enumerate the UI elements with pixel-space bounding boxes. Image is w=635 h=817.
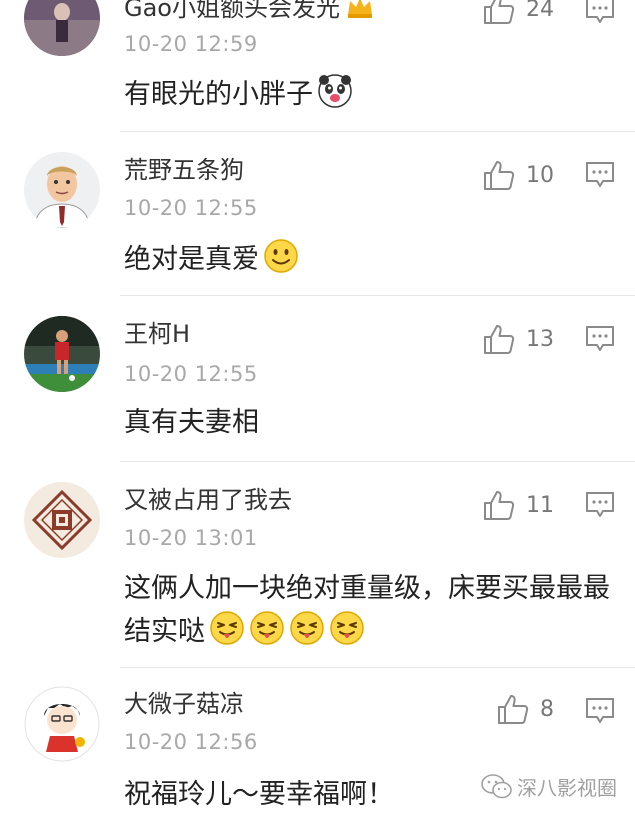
comment-username[interactable]: 又被占用了我去 xyxy=(124,484,292,516)
comment-username[interactable]: Gao小姐额头会发光 xyxy=(124,0,374,24)
comment-time: 10-20 12:55 xyxy=(124,196,258,220)
reply-button[interactable] xyxy=(585,696,615,726)
like-count: 8 xyxy=(540,696,554,722)
comment-icon xyxy=(586,0,614,23)
like-button[interactable]: 24 xyxy=(482,0,554,26)
user-avatar[interactable] xyxy=(24,482,100,558)
username-text[interactable]: 荒野五条狗 xyxy=(124,156,244,184)
tongue-emoji xyxy=(329,610,365,646)
like-count: 10 xyxy=(526,162,554,188)
watermark-text: 深八影视圈 xyxy=(517,776,617,800)
thumbs-up-icon xyxy=(484,325,515,354)
comment-username[interactable]: 王柯H xyxy=(124,318,190,350)
avatar-cartoon-man xyxy=(24,152,100,228)
comment-icon xyxy=(586,492,614,517)
like-button[interactable]: 13 xyxy=(482,322,554,356)
like-count: 13 xyxy=(526,326,554,352)
panda-emoji xyxy=(317,73,353,109)
comment-item: 荒野五条狗 10 10-20 12:55 绝对是真爱 xyxy=(0,132,635,296)
comment-text-content: 真有夫妻相 xyxy=(124,407,259,438)
comment-text-content: 祝福玲儿～要幸福啊！ xyxy=(124,779,394,810)
comment-icon xyxy=(586,162,614,187)
reply-button[interactable] xyxy=(585,0,615,26)
comment-text: 这俩人加一块绝对重量级，床要买最最最结实哒 xyxy=(124,568,613,653)
user-avatar[interactable] xyxy=(24,686,100,762)
like-button[interactable]: 8 xyxy=(496,692,554,726)
comment-item: Gao小姐额头会发光 24 10-20 12:59 有眼光的小胖子 xyxy=(0,0,635,132)
like-count: 11 xyxy=(526,492,554,518)
comment-time: 10-20 12:55 xyxy=(124,362,258,386)
username-text[interactable]: 大微子菇凉 xyxy=(124,690,244,718)
comment-item: 王柯H 13 10-20 12:55 真有夫妻相 xyxy=(0,296,635,462)
username-text[interactable]: 王柯H xyxy=(124,320,190,348)
tongue-emoji xyxy=(289,610,325,646)
smile-emoji xyxy=(263,238,299,274)
reply-button[interactable] xyxy=(585,324,615,354)
comment-item: 又被占用了我去 11 10-20 13:01 这俩人加一块绝对重量级，床要买最最… xyxy=(0,462,635,668)
wechat-icon xyxy=(481,773,513,801)
watermark: 深八影视圈 xyxy=(481,772,617,801)
like-button[interactable]: 11 xyxy=(482,488,554,522)
avatar-cartoon-boy xyxy=(24,686,100,762)
comment-text: 真有夫妻相 xyxy=(124,402,609,444)
user-avatar[interactable] xyxy=(24,316,100,392)
thumbs-up-icon xyxy=(484,491,515,520)
thumbs-up-icon xyxy=(498,695,529,724)
comment-text-content: 这俩人加一块绝对重量级，床要买最最最结实哒 xyxy=(124,573,610,647)
comment-username[interactable]: 荒野五条狗 xyxy=(124,154,244,186)
reply-button[interactable] xyxy=(585,490,615,520)
comment-icon xyxy=(586,326,614,351)
comment-text: 有眼光的小胖子 xyxy=(124,73,609,116)
reply-button[interactable] xyxy=(585,160,615,190)
comment-time: 10-20 12:56 xyxy=(124,730,258,754)
user-avatar[interactable] xyxy=(24,152,100,228)
comment-text-content: 有眼光的小胖子 xyxy=(124,79,313,110)
thumbs-up-icon xyxy=(484,161,515,190)
tongue-emoji xyxy=(209,610,245,646)
like-button[interactable]: 10 xyxy=(482,158,554,192)
crown-vip-icon xyxy=(346,0,374,19)
comment-text-content: 绝对是真爱 xyxy=(124,244,259,275)
comment-time: 10-20 13:01 xyxy=(124,526,258,550)
comment-time: 10-20 12:59 xyxy=(124,32,258,56)
username-text[interactable]: 又被占用了我去 xyxy=(124,486,292,514)
avatar-dark-portrait xyxy=(24,0,100,56)
avatar-seal-pattern xyxy=(24,482,100,558)
tongue-emoji xyxy=(249,610,285,646)
username-text[interactable]: Gao小姐额头会发光 xyxy=(124,0,340,22)
thumbs-up-icon xyxy=(484,0,515,24)
avatar-soccer-player xyxy=(24,316,100,392)
like-count: 24 xyxy=(526,0,554,22)
comment-icon xyxy=(586,698,614,723)
comment-username[interactable]: 大微子菇凉 xyxy=(124,688,244,720)
comment-text: 绝对是真爱 xyxy=(124,238,609,281)
user-avatar[interactable] xyxy=(24,0,100,56)
